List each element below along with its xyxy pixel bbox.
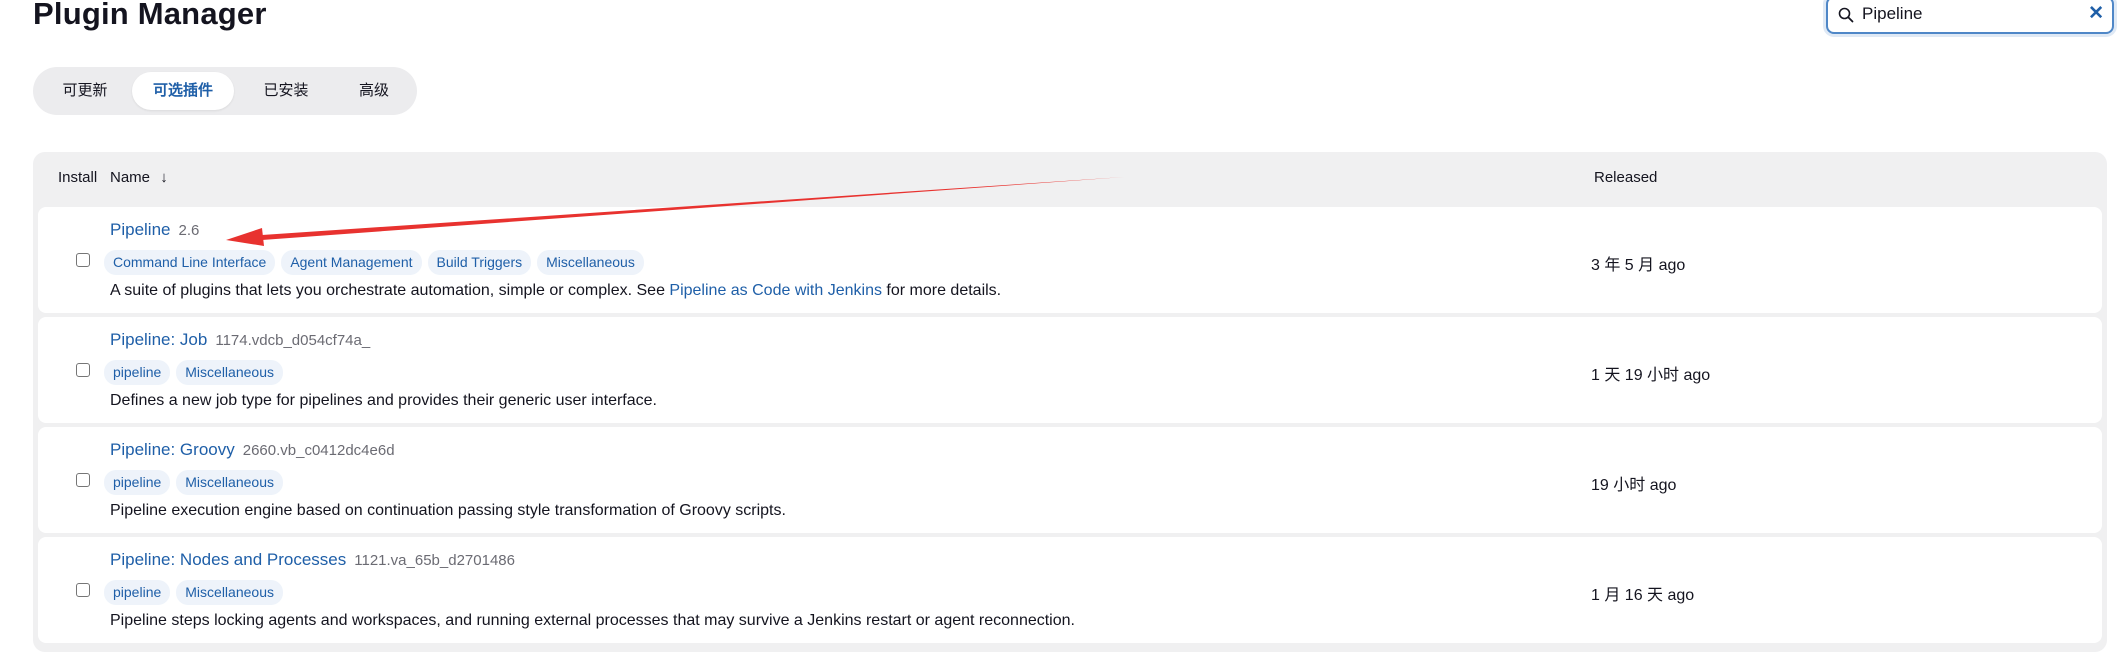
plugin-tags: pipeline Miscellaneous	[104, 580, 283, 605]
sort-down-icon: ↓	[160, 169, 168, 186]
plugin-description: Pipeline steps locking agents and worksp…	[110, 612, 1075, 629]
plugin-version: 1121.va_65b_d2701486	[354, 552, 515, 569]
close-icon[interactable]: ✕	[2088, 4, 2104, 24]
search-box[interactable]: ✕	[1826, 0, 2114, 34]
released-time: 1 天 19 小时 ago	[1591, 367, 1711, 384]
header-name-label: Name	[110, 169, 151, 186]
tag-link[interactable]: Miscellaneous	[537, 250, 644, 275]
table-header: Install Name ↓ Released	[33, 152, 2107, 206]
released-time: 3 年 5 月 ago	[1591, 257, 1686, 274]
tab-installed[interactable]: 已安装	[238, 72, 334, 110]
tag-link[interactable]: Miscellaneous	[176, 580, 283, 605]
tag-link[interactable]: Build Triggers	[427, 250, 532, 275]
docs-link[interactable]: Pipeline as Code with Jenkins	[669, 282, 882, 299]
plugin-name-link[interactable]: Pipeline: Groovy 2660.vb_c0412dc4e6d	[110, 440, 395, 460]
tag-link[interactable]: Agent Management	[281, 250, 422, 275]
header-released[interactable]: Released	[1594, 169, 1657, 186]
plugin-tabs: 可更新 可选插件 已安装 高级	[33, 67, 417, 115]
tag-link[interactable]: pipeline	[104, 580, 171, 605]
install-checkbox[interactable]	[76, 363, 90, 377]
tag-link[interactable]: pipeline	[104, 360, 171, 385]
plugin-tags: pipeline Miscellaneous	[104, 360, 283, 385]
plugin-description: Defines a new job type for pipelines and…	[110, 392, 657, 409]
released-time: 19 小时 ago	[1591, 477, 1677, 494]
plugin-name-link[interactable]: Pipeline 2.6	[110, 220, 199, 240]
tab-updates[interactable]: 可更新	[42, 72, 128, 110]
tag-link[interactable]: Command Line Interface	[104, 250, 276, 275]
tab-available[interactable]: 可选插件	[132, 72, 234, 110]
install-checkbox[interactable]	[76, 473, 90, 487]
tab-advanced[interactable]: 高级	[338, 72, 410, 110]
tag-link[interactable]: pipeline	[104, 470, 171, 495]
table-row: Pipeline: Job 1174.vdcb_d054cf74a_ pipeli…	[38, 317, 2102, 423]
plugin-name-link[interactable]: Pipeline: Nodes and Processes 1121.va_65b…	[110, 550, 515, 570]
header-install: Install	[58, 169, 98, 186]
table-row: Pipeline 2.6 Command Line Interface Agent…	[38, 207, 2102, 313]
plugins-table: Install Name ↓ Released Pipeline 2.6 Comm…	[33, 152, 2107, 652]
plugin-version: 2660.vb_c0412dc4e6d	[242, 442, 395, 459]
plugin-description: Pipeline execution engine based on conti…	[110, 502, 786, 519]
released-time: 1 月 16 天 ago	[1591, 587, 1695, 604]
search-icon	[1838, 7, 1854, 28]
table-row: Pipeline: Groovy 2660.vb_c0412dc4e6d pipe…	[38, 427, 2102, 533]
tag-link[interactable]: Miscellaneous	[176, 360, 283, 385]
install-checkbox[interactable]	[76, 253, 90, 267]
plugin-tags: pipeline Miscellaneous	[104, 470, 283, 495]
page-title: Plugin Manager	[33, 0, 267, 31]
plugin-name-link[interactable]: Pipeline: Job 1174.vdcb_d054cf74a_	[110, 330, 370, 350]
plugin-tags: Command Line Interface Agent Management …	[104, 250, 644, 275]
plugin-version: 1174.vdcb_d054cf74a_	[215, 332, 371, 349]
tag-link[interactable]: Miscellaneous	[176, 470, 283, 495]
install-checkbox[interactable]	[76, 583, 90, 597]
plugin-version: 2.6	[178, 222, 200, 239]
table-row: Pipeline: Nodes and Processes 1121.va_65b…	[38, 537, 2102, 643]
search-input[interactable]	[1862, 1, 2082, 27]
plugin-description: A suite of plugins that lets you orchest…	[110, 282, 1002, 299]
header-name[interactable]: Name ↓	[110, 169, 168, 186]
